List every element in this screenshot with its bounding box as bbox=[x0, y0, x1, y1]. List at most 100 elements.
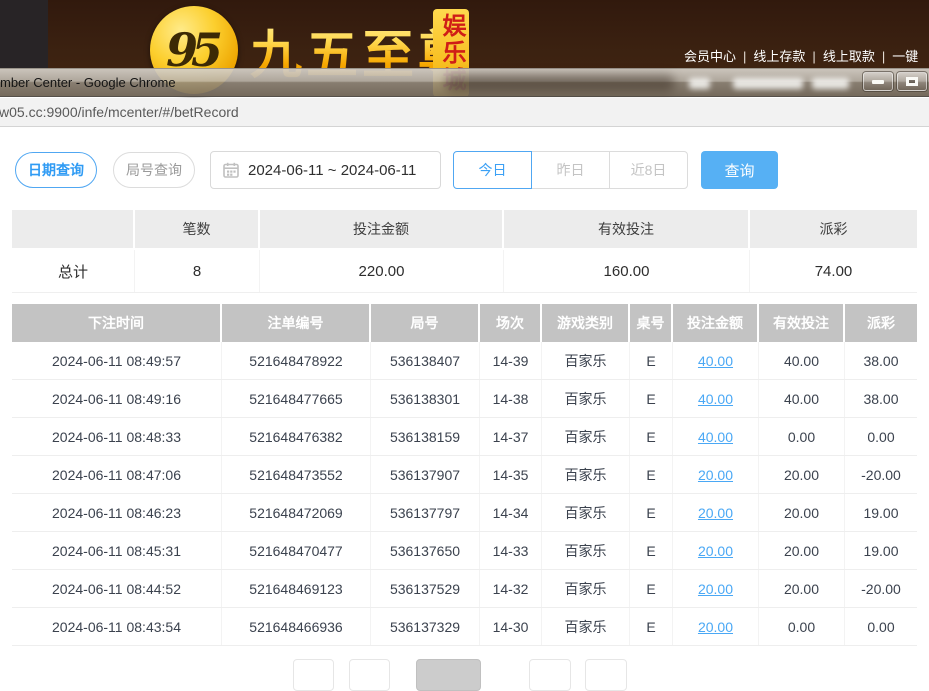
session-cell: 14-38 bbox=[480, 380, 542, 417]
valid-bet-cell: 40.00 bbox=[759, 342, 845, 379]
pagination-button[interactable] bbox=[529, 659, 571, 691]
nav-separator: | bbox=[812, 49, 815, 64]
banner-nav-link[interactable]: 一键 bbox=[892, 49, 918, 64]
banner-nav-link[interactable]: 线上存款 bbox=[753, 49, 805, 64]
round-id-cell: 536137529 bbox=[371, 570, 480, 607]
bet-time-cell: 2024-06-11 08:46:23 bbox=[12, 494, 222, 531]
tab-date-query[interactable]: 日期查询 bbox=[15, 152, 97, 188]
game-type-cell: 百家乐 bbox=[542, 342, 630, 379]
bet-amount-link[interactable]: 20.00 bbox=[698, 467, 733, 483]
valid-bet-cell: 20.00 bbox=[759, 532, 845, 569]
address-bar[interactable]: w05.cc:9900/infe/mcenter/#/betRecord bbox=[0, 98, 929, 127]
bets-header-cell: 局号 bbox=[371, 304, 480, 342]
bet-id-cell: 521648472069 bbox=[222, 494, 371, 531]
bet-id-cell: 521648473552 bbox=[222, 456, 371, 493]
maximize-button[interactable] bbox=[897, 72, 927, 91]
blurred-user-info bbox=[733, 78, 803, 89]
bet-time-cell: 2024-06-11 08:45:31 bbox=[12, 532, 222, 569]
pagination-button[interactable] bbox=[585, 659, 627, 691]
banner-corner-block bbox=[0, 0, 48, 68]
pagination-button[interactable] bbox=[349, 659, 390, 691]
summary-value-cell: 总计 bbox=[12, 250, 135, 292]
pagination-button[interactable] bbox=[416, 659, 481, 691]
bets-header-cell: 投注金额 bbox=[673, 304, 759, 342]
blurred-user-info bbox=[689, 78, 710, 89]
banner-nav-links: 会员中心|线上存款|线上取款|一键 bbox=[684, 46, 929, 65]
table-no-cell: E bbox=[630, 608, 673, 645]
search-button[interactable]: 查询 bbox=[701, 151, 778, 189]
summary-header-cell: 派彩 bbox=[750, 210, 917, 248]
game-type-cell: 百家乐 bbox=[542, 608, 630, 645]
table-no-cell: E bbox=[630, 418, 673, 455]
table-no-cell: E bbox=[630, 570, 673, 607]
bet-amount-cell: 40.00 bbox=[673, 418, 759, 455]
bet-id-cell: 521648476382 bbox=[222, 418, 371, 455]
bet-amount-link[interactable]: 40.00 bbox=[698, 391, 733, 407]
payout-cell: 38.00 bbox=[845, 342, 917, 379]
bet-amount-link[interactable]: 40.00 bbox=[698, 353, 733, 369]
payout-cell: -20.00 bbox=[845, 570, 917, 607]
bet-amount-link[interactable]: 20.00 bbox=[698, 505, 733, 521]
game-type-cell: 百家乐 bbox=[542, 418, 630, 455]
payout-cell: 38.00 bbox=[845, 380, 917, 417]
round-id-cell: 536137797 bbox=[371, 494, 480, 531]
game-type-cell: 百家乐 bbox=[542, 456, 630, 493]
round-id-cell: 536137907 bbox=[371, 456, 480, 493]
tab-round-query[interactable]: 局号查询 bbox=[113, 152, 195, 188]
bets-header-cell: 下注时间 bbox=[12, 304, 222, 342]
summary-header-cell bbox=[12, 210, 135, 248]
table-no-cell: E bbox=[630, 456, 673, 493]
maximize-icon bbox=[906, 77, 918, 86]
valid-bet-cell: 20.00 bbox=[759, 456, 845, 493]
banner-nav-link[interactable]: 会员中心 bbox=[684, 49, 736, 64]
quick-date-button[interactable]: 近8日 bbox=[609, 151, 688, 189]
bets-header-cell: 桌号 bbox=[630, 304, 673, 342]
minimize-icon bbox=[872, 80, 884, 84]
bet-id-cell: 521648466936 bbox=[222, 608, 371, 645]
summary-header-cell: 笔数 bbox=[135, 210, 260, 248]
quick-date-button[interactable]: 今日 bbox=[453, 151, 532, 189]
bet-amount-cell: 20.00 bbox=[673, 532, 759, 569]
bet-records-table: 下注时间注单编号局号场次游戏类别桌号投注金额有效投注派彩 2024-06-11 … bbox=[12, 304, 917, 646]
session-cell: 14-33 bbox=[480, 532, 542, 569]
date-range-input[interactable]: 2024-06-11 ~ 2024-06-11 bbox=[210, 151, 441, 189]
game-type-cell: 百家乐 bbox=[542, 494, 630, 531]
blurred-banner-artifact bbox=[445, 75, 675, 91]
round-id-cell: 536137650 bbox=[371, 532, 480, 569]
bet-record-row: 2024-06-11 08:43:54521648466936536137329… bbox=[12, 608, 917, 646]
calendar-icon bbox=[223, 162, 239, 178]
bet-amount-link[interactable]: 20.00 bbox=[698, 543, 733, 559]
banner-nav-link[interactable]: 线上取款 bbox=[823, 49, 875, 64]
window-titlebar[interactable]: mber Center - Google Chrome ✕ bbox=[0, 68, 929, 97]
summary-header-cell: 投注金额 bbox=[260, 210, 504, 248]
bets-header-row: 下注时间注单编号局号场次游戏类别桌号投注金额有效投注派彩 bbox=[12, 304, 917, 342]
bet-time-cell: 2024-06-11 08:49:16 bbox=[12, 380, 222, 417]
bet-record-row: 2024-06-11 08:48:33521648476382536138159… bbox=[12, 418, 917, 456]
nav-separator: | bbox=[882, 49, 885, 64]
session-cell: 14-30 bbox=[480, 608, 542, 645]
bet-amount-cell: 20.00 bbox=[673, 570, 759, 607]
bets-header-cell: 游戏类别 bbox=[542, 304, 630, 342]
bet-record-row: 2024-06-11 08:49:57521648478922536138407… bbox=[12, 342, 917, 380]
round-id-cell: 536138301 bbox=[371, 380, 480, 417]
summary-header-row: 笔数投注金额有效投注派彩 bbox=[12, 210, 917, 248]
session-cell: 14-34 bbox=[480, 494, 542, 531]
payout-cell: 0.00 bbox=[845, 608, 917, 645]
blurred-user-info bbox=[812, 78, 849, 89]
bet-amount-link[interactable]: 20.00 bbox=[698, 619, 733, 635]
table-no-cell: E bbox=[630, 380, 673, 417]
bets-header-cell: 场次 bbox=[480, 304, 542, 342]
page-url: w05.cc:9900/infe/mcenter/#/betRecord bbox=[0, 104, 239, 120]
quick-date-button[interactable]: 昨日 bbox=[531, 151, 610, 189]
bet-amount-link[interactable]: 20.00 bbox=[698, 581, 733, 597]
summary-value-cell: 160.00 bbox=[504, 250, 750, 292]
bet-amount-link[interactable]: 40.00 bbox=[698, 429, 733, 445]
pagination-button[interactable] bbox=[293, 659, 334, 691]
table-no-cell: E bbox=[630, 532, 673, 569]
bet-record-row: 2024-06-11 08:46:23521648472069536137797… bbox=[12, 494, 917, 532]
bet-amount-cell: 20.00 bbox=[673, 494, 759, 531]
summary-header-cell: 有效投注 bbox=[504, 210, 750, 248]
round-id-cell: 536138159 bbox=[371, 418, 480, 455]
minimize-button[interactable] bbox=[863, 72, 893, 91]
session-cell: 14-39 bbox=[480, 342, 542, 379]
